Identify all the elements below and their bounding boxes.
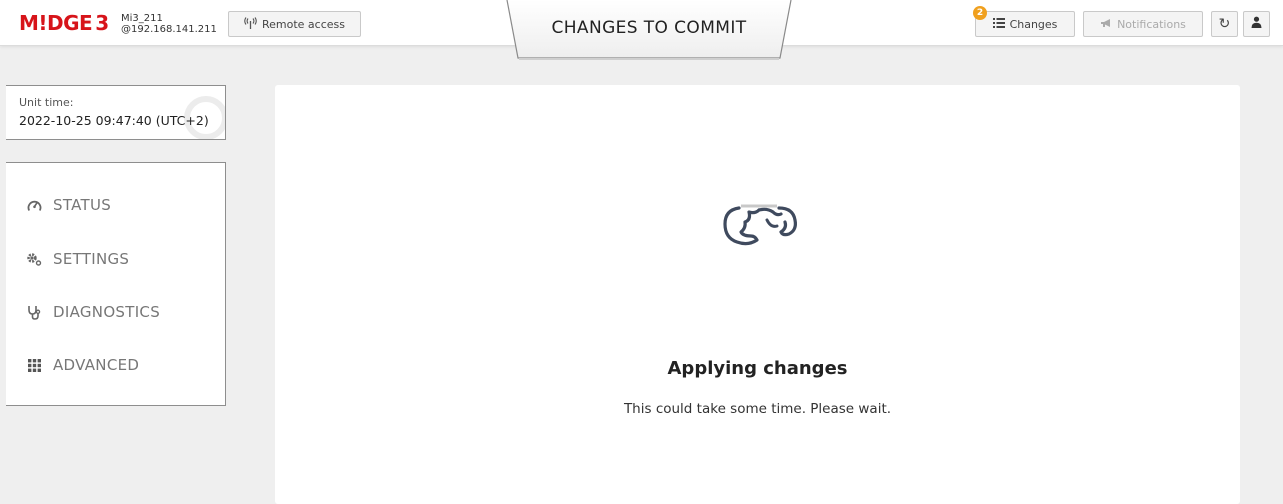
notifications-button[interactable]: Notifications: [1083, 11, 1203, 37]
nav-item-settings[interactable]: SETTINGS: [6, 239, 225, 279]
nav-label-diagnostics: DIAGNOSTICS: [53, 303, 161, 321]
user-button[interactable]: [1243, 11, 1270, 37]
list-icon: [992, 17, 1005, 31]
device-name: Mi3_211: [121, 13, 163, 24]
remote-access-label: Remote access: [261, 17, 345, 31]
refresh-icon: ↻: [1218, 16, 1231, 32]
changes-button[interactable]: Changes: [975, 11, 1075, 37]
gears-icon: [25, 252, 43, 266]
main-navigation: STATUS SETTINGS DIAGNOSTICS ADVANCED: [6, 162, 226, 406]
applying-changes-title: Applying changes: [667, 358, 848, 379]
logo-brand: M!DGE: [19, 11, 93, 35]
commit-tab-label: CHANGES TO COMMIT: [551, 18, 747, 38]
logo-number: 3: [95, 11, 109, 35]
unit-time-box: Unit time: 2022-10-25 09:47:40 (UTC+2): [6, 85, 226, 140]
notifications-label: Notifications: [1117, 17, 1186, 31]
antenna-icon: [244, 16, 257, 32]
nav-label-status: STATUS: [53, 196, 112, 214]
midge-logo: M!DGE 3: [19, 12, 109, 34]
unit-time-label: Unit time:: [19, 96, 74, 109]
changes-count-badge: 2: [973, 6, 987, 20]
nav-item-diagnostics[interactable]: DIAGNOSTICS: [6, 292, 225, 332]
applying-changes-message: This could take some time. Please wait.: [623, 401, 892, 417]
refresh-button[interactable]: ↻: [1211, 11, 1238, 37]
nav-label-settings: SETTINGS: [53, 250, 130, 268]
unit-time-value: 2022-10-25 09:47:40 (UTC+2): [19, 113, 209, 128]
gauge-icon: [25, 199, 43, 212]
loading-hand-icon: [715, 198, 805, 262]
changes-label: Changes: [1009, 17, 1058, 31]
device-address: @192.168.141.211: [121, 24, 217, 35]
changes-to-commit-tab[interactable]: CHANGES TO COMMIT: [506, 0, 792, 62]
remote-access-button[interactable]: Remote access: [228, 11, 361, 37]
grid-icon: [25, 358, 43, 372]
stethoscope-icon: [25, 305, 43, 320]
megaphone-icon: [1100, 18, 1112, 31]
nav-label-advanced: ADVANCED: [53, 356, 140, 374]
user-icon: [1251, 16, 1262, 32]
device-info: Mi3_211 @192.168.141.211: [121, 13, 217, 35]
applying-changes-panel: Applying changes This could take some ti…: [275, 85, 1240, 504]
nav-item-advanced[interactable]: ADVANCED: [6, 345, 225, 385]
nav-item-status[interactable]: STATUS: [6, 185, 225, 225]
